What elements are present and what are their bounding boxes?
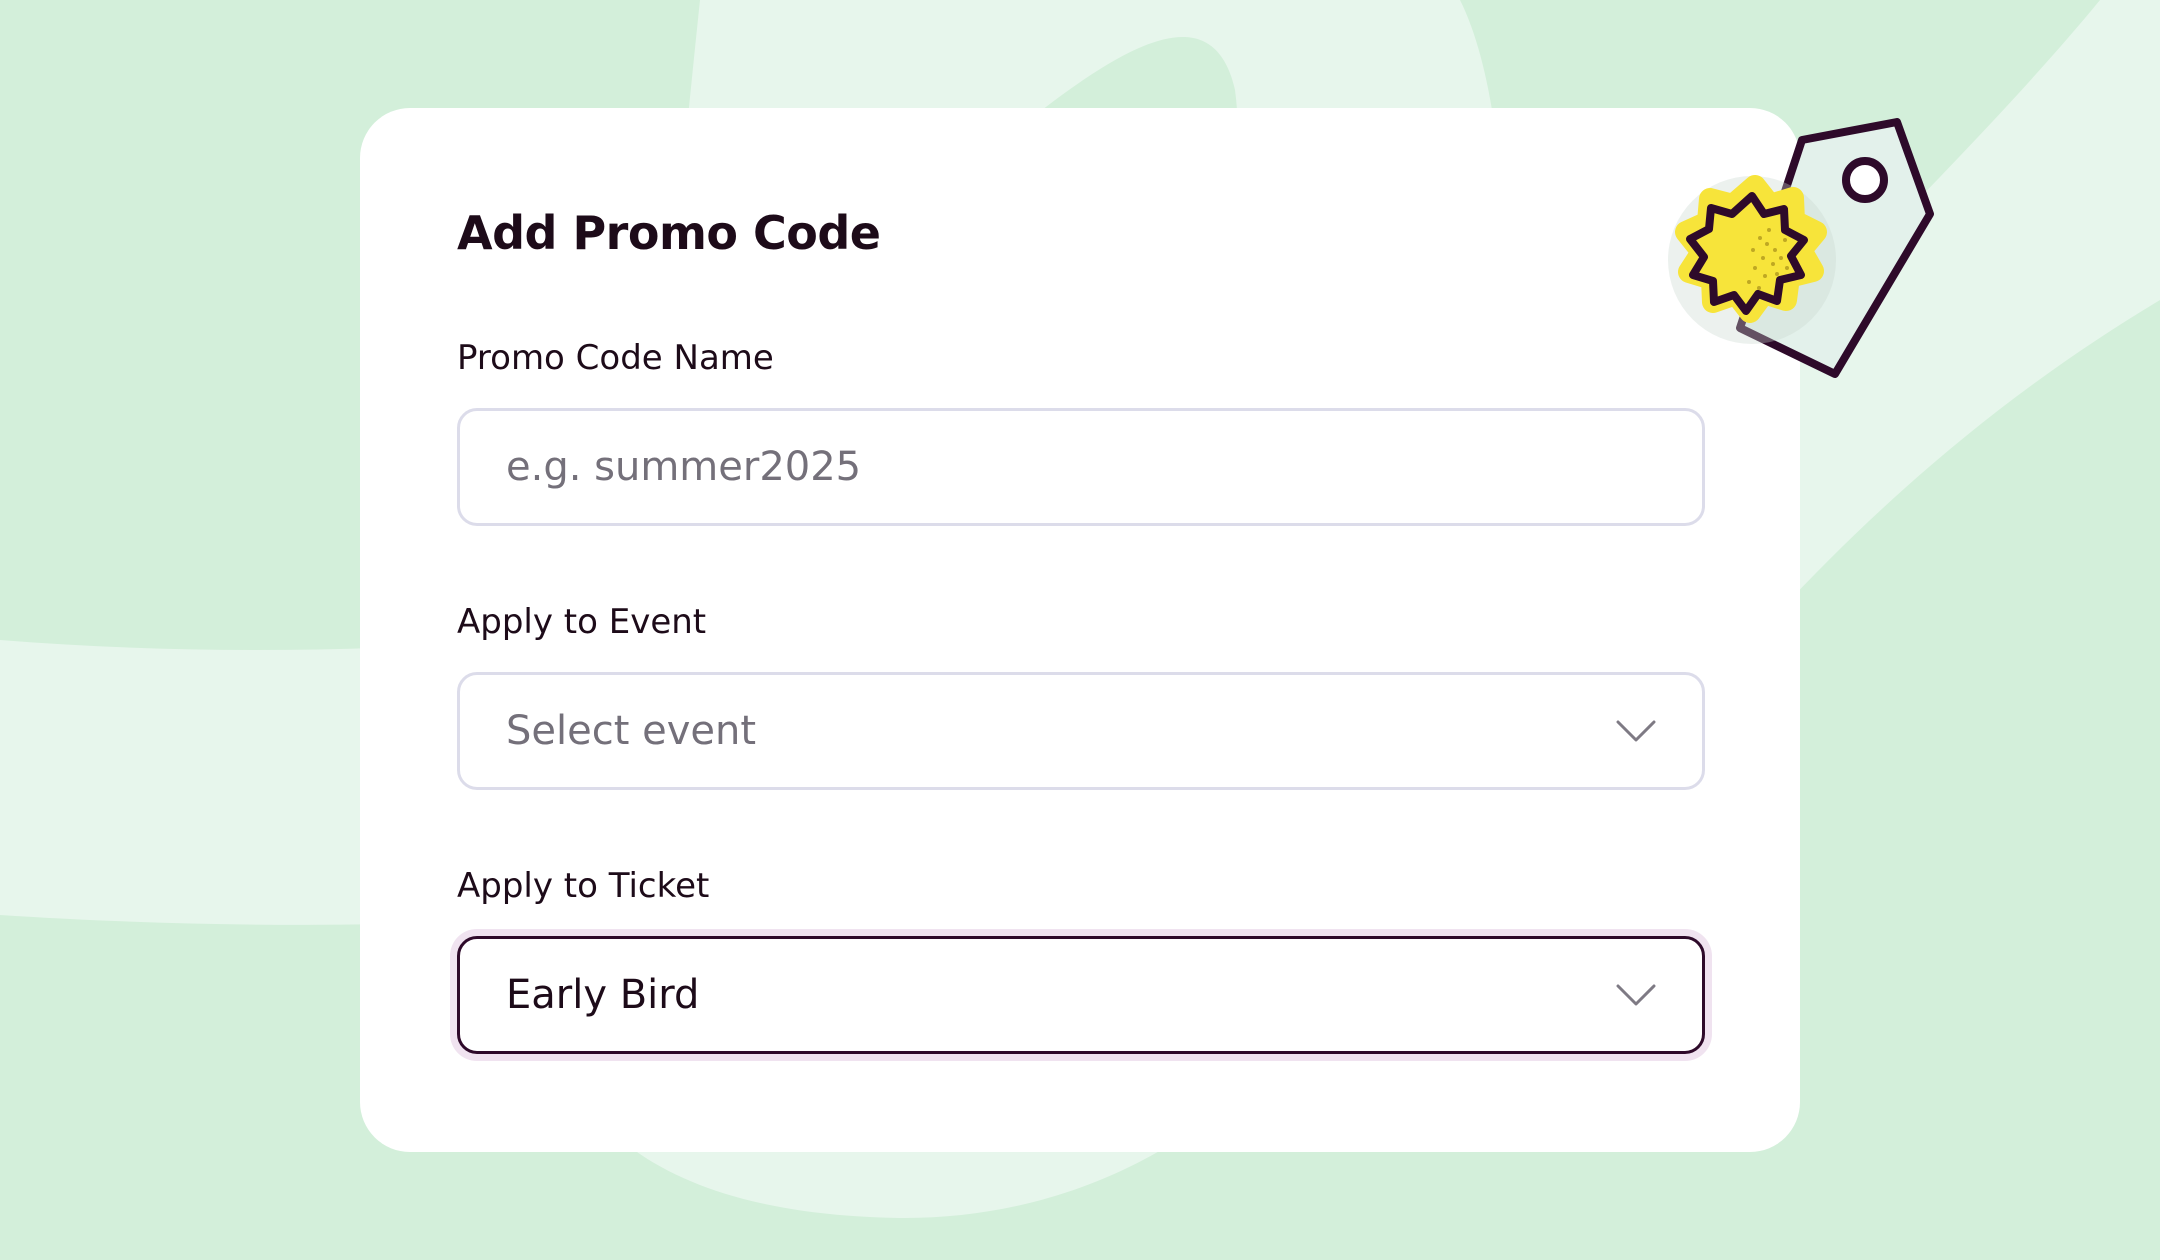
starburst-badge-icon <box>1668 175 1836 344</box>
chevron-down-icon <box>1616 984 1656 1006</box>
promo-code-name-input[interactable]: e.g. summer2025 <box>457 408 1705 526</box>
apply-to-ticket-label: Apply to Ticket <box>457 866 710 906</box>
apply-to-ticket-value: Early Bird <box>506 972 700 1018</box>
apply-to-ticket-select[interactable]: Early Bird <box>457 936 1705 1054</box>
promo-code-card: Add Promo Code Promo Code Name e.g. summ… <box>360 108 1800 1152</box>
apply-to-event-label: Apply to Event <box>457 602 707 642</box>
apply-to-event-placeholder: Select event <box>506 708 757 754</box>
promo-code-name-label: Promo Code Name <box>457 338 774 378</box>
price-tag-icon <box>1668 118 1934 378</box>
apply-to-event-select[interactable]: Select event <box>457 672 1705 790</box>
promo-code-name-placeholder: e.g. summer2025 <box>506 444 862 490</box>
chevron-down-icon <box>1616 720 1656 742</box>
form-title: Add Promo Code <box>457 206 881 260</box>
